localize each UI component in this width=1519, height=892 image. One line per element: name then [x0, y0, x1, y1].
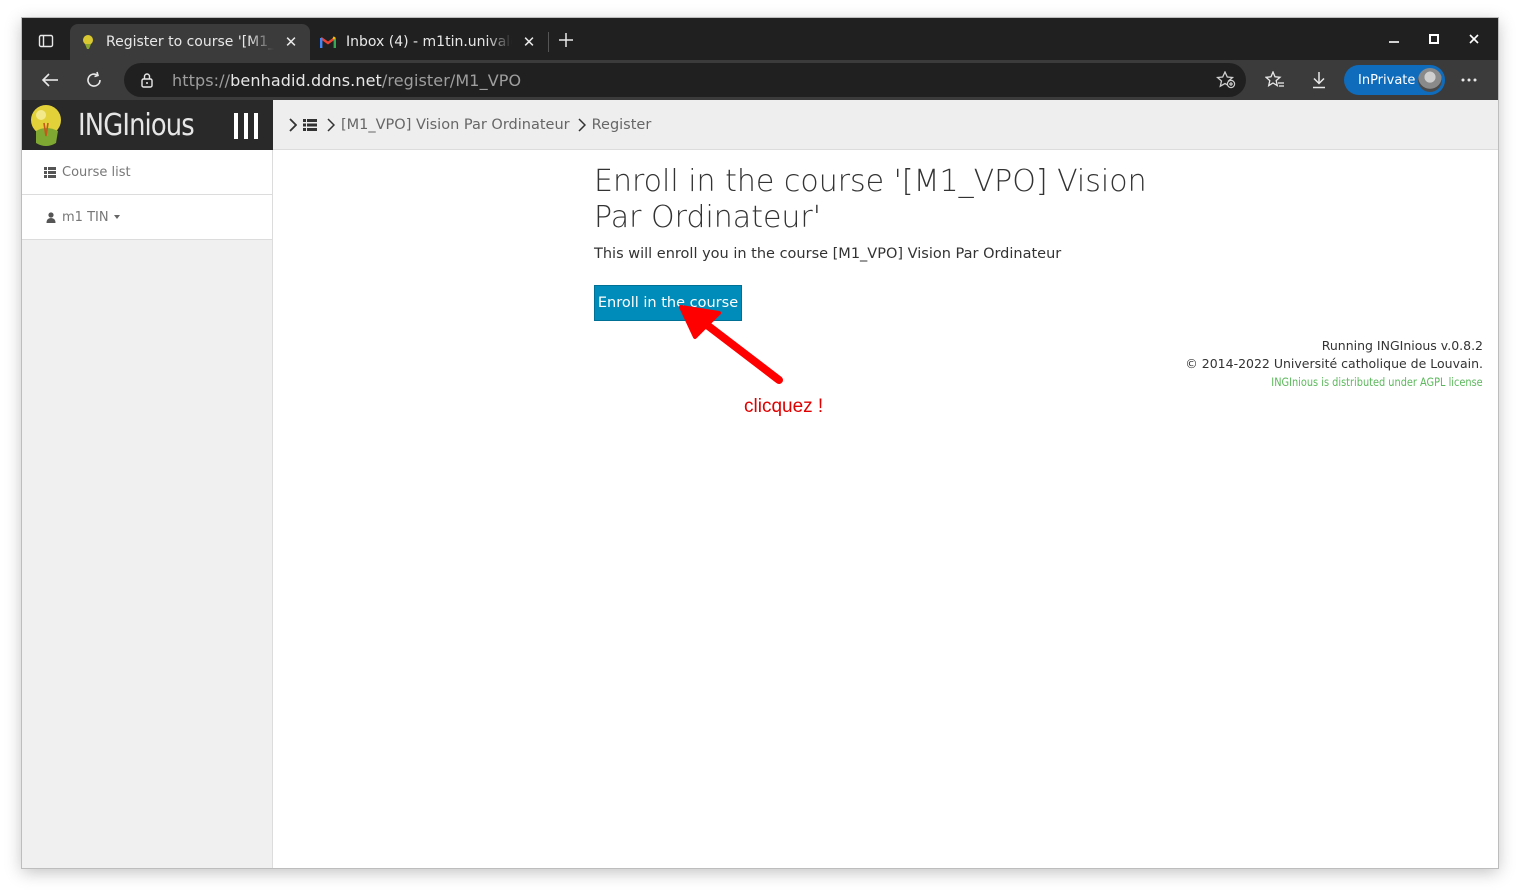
breadcrumb: [M1_VPO] Vision Par Ordinateur Register — [273, 100, 1498, 150]
browser-toolbar: https://benhadid.ddns.net/register/M1_VP… — [22, 60, 1498, 100]
url-text: https://benhadid.ddns.net/register/M1_VP… — [172, 71, 521, 90]
menu-bar — [254, 113, 258, 139]
minimize-button[interactable] — [1379, 26, 1409, 52]
browser-window: Register to course '[M1_VPO] Vision Par … — [22, 18, 1498, 868]
footer-copyright[interactable]: © 2014-2022 Université catholique de Lou… — [1185, 355, 1483, 373]
menu-bar — [234, 113, 238, 139]
tab-actions-icon — [38, 34, 54, 48]
download-icon — [1313, 72, 1325, 89]
url-path: /register/M1_VPO — [381, 71, 522, 90]
tab-title: Register to course '[M1_VPO] Vision Par … — [106, 34, 274, 50]
refresh-icon — [87, 71, 101, 87]
caret-down-icon — [113, 215, 120, 219]
favorites-button[interactable] — [1260, 65, 1290, 95]
lock-icon — [141, 73, 153, 88]
footer: Running INGInious v.0.8.2 © 2014-2022 Un… — [1185, 337, 1483, 391]
close-tab-icon[interactable]: ✕ — [520, 33, 538, 51]
close-tab-icon[interactable]: ✕ — [282, 33, 300, 51]
tab-gmail-inbox[interactable]: Inbox (4) - m1tin.univalger@gmail.com ✕ — [310, 24, 548, 60]
url-host: benhadid.ddns.net — [230, 71, 382, 90]
new-tab-button[interactable] — [554, 28, 578, 52]
user-name: m1 TIN — [62, 209, 109, 225]
annotation-text: clicquez ! — [744, 396, 824, 417]
arrow-left-icon — [41, 73, 58, 87]
annotation-arrow-icon — [679, 305, 783, 384]
refresh-button[interactable] — [79, 65, 109, 95]
menu-bar — [244, 113, 248, 139]
footer-version: Running INGInious v.0.8.2 — [1321, 338, 1483, 353]
course-list-grid-icon[interactable] — [303, 118, 317, 131]
downloads-button[interactable] — [1304, 65, 1334, 95]
address-bar[interactable]: https://benhadid.ddns.net/register/M1_VP… — [124, 63, 1246, 97]
tab-title: Inbox (4) - m1tin.univalger@gmail.com — [346, 34, 512, 50]
brand-name[interactable]: INGInious — [78, 108, 195, 143]
maximize-button[interactable] — [1419, 26, 1449, 52]
maximize-icon — [1429, 34, 1439, 44]
settings-more-button[interactable] — [1454, 65, 1484, 95]
close-icon — [1469, 34, 1479, 44]
more-icon — [1461, 78, 1477, 82]
sidebar-item-label: Course list — [62, 164, 131, 180]
user-icon — [46, 211, 56, 223]
chevron-right-icon — [578, 117, 586, 132]
list-icon — [44, 166, 56, 178]
inginious-logo-icon[interactable] — [28, 103, 66, 149]
breadcrumb-course-link[interactable]: [M1_VPO] Vision Par Ordinateur — [341, 117, 570, 133]
page-description: This will enroll you in the course [M1_V… — [594, 246, 1062, 262]
close-window-button[interactable] — [1459, 26, 1489, 52]
sidebar: Course list m1 TIN — [22, 150, 273, 868]
inginious-favicon-icon — [80, 34, 96, 50]
inprivate-label: InPrivate — [1358, 72, 1416, 88]
chevron-right-icon — [327, 117, 335, 132]
menu-toggle-button[interactable] — [234, 113, 258, 139]
favorites-icon — [1265, 71, 1284, 87]
gmail-icon — [320, 34, 336, 50]
inprivate-button[interactable]: InPrivate — [1344, 65, 1445, 95]
page-content: INGInious [M1_VPO] Vision Par Ordinateur… — [22, 100, 1498, 868]
page-title: Enroll in the course '[M1_VPO] Vision Pa… — [594, 164, 1147, 235]
tab-divider — [548, 32, 549, 52]
tab-actions-button[interactable] — [32, 28, 60, 54]
sidebar-item-user-menu[interactable]: m1 TIN — [22, 195, 272, 240]
footer-license-link[interactable]: INGInious is distributed under AGPL lice… — [1272, 373, 1483, 391]
tab-bar: Register to course '[M1_VPO] Vision Par … — [22, 18, 1498, 60]
chevron-right-icon — [289, 117, 297, 132]
app-brand-bar: INGInious — [22, 100, 273, 150]
breadcrumb-current: Register — [591, 116, 652, 133]
plus-icon — [559, 33, 573, 47]
avatar — [1418, 68, 1442, 92]
minimize-icon — [1389, 41, 1399, 43]
sidebar-item-course-list[interactable]: Course list — [22, 150, 272, 195]
back-button[interactable] — [35, 65, 65, 95]
url-scheme: https:// — [172, 71, 231, 90]
add-favorite-icon[interactable] — [1216, 71, 1236, 89]
tab-register-course[interactable]: Register to course '[M1_VPO] Vision Par … — [70, 24, 310, 60]
